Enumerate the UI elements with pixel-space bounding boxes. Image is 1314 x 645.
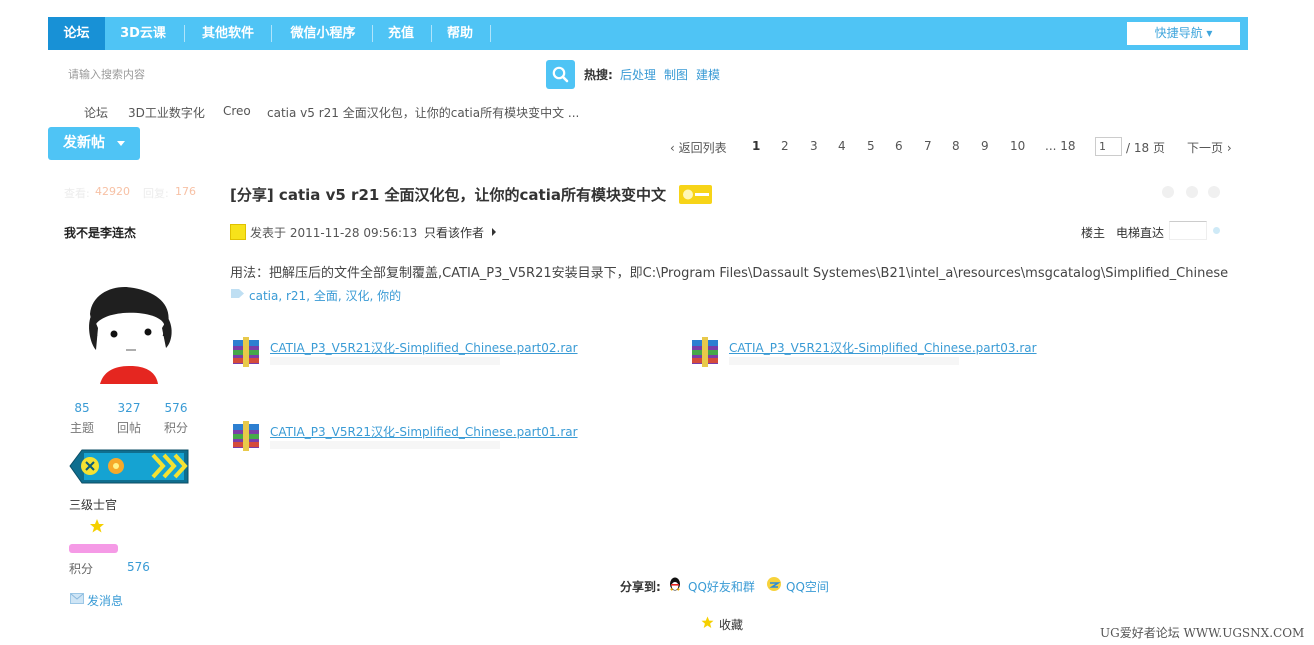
page-link-current[interactable]: 1 xyxy=(752,139,760,153)
nav-divider xyxy=(184,25,185,42)
score-label: 积分 xyxy=(69,562,94,576)
user-rank: 三级士官 xyxy=(69,498,118,512)
post-date: 发表于 2011-11-28 09:56:13 xyxy=(250,226,418,240)
quick-nav-dropdown[interactable]: 快捷导航 ▾ xyxy=(1127,22,1240,45)
attachment-meta xyxy=(270,441,500,449)
only-author-link[interactable]: 只看该作者 xyxy=(424,224,484,241)
search-input[interactable] xyxy=(62,62,540,87)
new-post-button[interactable]: 发新帖 xyxy=(48,127,140,160)
rank-progress-bar xyxy=(69,544,118,553)
attachment-meta xyxy=(270,357,500,365)
nav-divider xyxy=(490,25,491,42)
rar-archive-icon xyxy=(692,337,718,367)
jump-go-icon[interactable] xyxy=(1213,227,1220,234)
page-total: / 18 页 xyxy=(1126,141,1165,155)
nav-item-forum[interactable]: 论坛 xyxy=(48,17,105,50)
page-number-input[interactable] xyxy=(1095,137,1122,156)
nav-item-wechat-miniprogram[interactable]: 微信小程序 xyxy=(277,17,369,50)
nav-item-3d-cloud-class[interactable]: 3D云课 xyxy=(110,17,176,50)
threads-label: 主题 xyxy=(69,421,94,435)
hot-search-link[interactable]: 后处理 xyxy=(620,66,656,83)
nav-divider xyxy=(431,25,432,42)
points-label: 积分 xyxy=(163,421,188,435)
score-value: 576 xyxy=(127,560,150,574)
medal-badge-icon xyxy=(69,449,189,484)
page-link[interactable]: 6 xyxy=(895,139,903,153)
qzone-icon xyxy=(767,577,781,591)
breadcrumb-item[interactable]: 论坛 xyxy=(84,104,108,121)
reply-count-label: 回复: xyxy=(143,187,169,200)
share-label: 分享到: xyxy=(620,580,661,594)
page-link[interactable]: 4 xyxy=(838,139,846,153)
floor-label: 楼主 xyxy=(1081,226,1106,240)
tag-link[interactable]: catia xyxy=(249,289,278,303)
page-link[interactable]: 3 xyxy=(810,139,818,153)
page-link[interactable]: 7 xyxy=(924,139,932,153)
thread-title: [分享] catia v5 r21 全面汉化包，让你的catia所有模块变中文 xyxy=(230,186,666,204)
replies-label: 回帖 xyxy=(116,421,141,435)
page-link[interactable]: 10 xyxy=(1010,139,1025,153)
replies-count[interactable]: 327 xyxy=(109,401,149,415)
next-page-link[interactable]: 下一页 › xyxy=(1187,139,1232,156)
hot-search-link[interactable]: 建模 xyxy=(696,66,720,83)
favorite-link[interactable]: 收藏 xyxy=(719,616,743,633)
prev-thread-icon[interactable] xyxy=(1186,186,1198,198)
site-watermark: UG爱好者论坛 WWW.UGSNX.COM xyxy=(1100,626,1305,640)
online-status-icon xyxy=(230,224,246,240)
tag-link[interactable]: 你的 xyxy=(377,289,401,303)
search-icon xyxy=(552,66,569,83)
print-icon[interactable] xyxy=(1162,186,1174,198)
view-count: 42920 xyxy=(95,185,130,198)
nav-item-recharge[interactable]: 充值 xyxy=(378,17,424,50)
page-link[interactable]: 2 xyxy=(781,139,789,153)
breadcrumb-item[interactable]: 3D工业数字化 xyxy=(128,104,205,121)
page-link[interactable]: 9 xyxy=(981,139,989,153)
tag-link[interactable]: 全面 xyxy=(314,289,338,303)
tag-link[interactable]: 汉化 xyxy=(345,289,369,303)
send-message-link[interactable]: 发消息 xyxy=(87,592,123,609)
avatar[interactable] xyxy=(86,284,174,384)
attachment-meta xyxy=(729,357,959,365)
next-thread-icon[interactable] xyxy=(1208,186,1220,198)
hot-search-label: 热搜: xyxy=(584,68,613,82)
nav-divider xyxy=(372,25,373,42)
jump-to-floor-label: 电梯直达 xyxy=(1116,226,1165,240)
reply-count: 176 xyxy=(175,185,196,198)
nav-item-help[interactable]: 帮助 xyxy=(437,17,483,50)
back-to-list-link[interactable]: ‹ 返回列表 xyxy=(670,139,727,156)
rar-archive-icon xyxy=(233,421,259,451)
page-link[interactable]: 5 xyxy=(867,139,875,153)
breadcrumb-item[interactable]: catia v5 r21 全面汉化包，让你的catia所有模块变中文 ... xyxy=(267,104,579,121)
top-nav-bar: 论坛 3D云课 其他软件 微信小程序 充值 帮助 快捷导航 ▾ xyxy=(48,17,1248,50)
page-link-last[interactable]: ... 18 xyxy=(1045,139,1076,153)
view-count-label: 查看: xyxy=(64,187,90,200)
nav-divider xyxy=(271,25,272,42)
attachment-link[interactable]: CATIA_P3_V5R21汉化-Simplified_Chinese.part… xyxy=(270,423,578,440)
attachment-link[interactable]: CATIA_P3_V5R21汉化-Simplified_Chinese.part… xyxy=(729,339,1037,356)
threads-count[interactable]: 85 xyxy=(62,401,102,415)
hot-badge-icon xyxy=(679,185,712,204)
rank-star-icon xyxy=(69,519,104,533)
caret-down-icon xyxy=(117,141,125,146)
rar-archive-icon xyxy=(233,337,259,367)
share-qzone-link[interactable]: QQ空间 xyxy=(786,578,829,595)
attachment-link[interactable]: CATIA_P3_V5R21汉化-Simplified_Chinese.part… xyxy=(270,339,578,356)
envelope-icon xyxy=(70,593,84,604)
points-count[interactable]: 576 xyxy=(156,401,196,415)
tag-icon xyxy=(231,289,244,298)
qq-penguin-icon xyxy=(670,577,680,591)
breadcrumb-item[interactable]: Creo xyxy=(223,104,251,118)
jump-to-floor-input[interactable] xyxy=(1169,221,1207,240)
tag-link[interactable]: r21 xyxy=(286,289,306,303)
page-link[interactable]: 8 xyxy=(952,139,960,153)
nav-item-other-software[interactable]: 其他软件 xyxy=(190,17,266,50)
tag-list: catia, r21, 全面, 汉化, 你的 xyxy=(249,289,402,303)
search-button[interactable] xyxy=(546,60,575,89)
share-qq-link[interactable]: QQ好友和群 xyxy=(688,578,755,595)
arrow-right-icon xyxy=(492,228,496,236)
author-username[interactable]: 我不是李连杰 xyxy=(64,224,136,241)
hot-search-link[interactable]: 制图 xyxy=(664,66,688,83)
star-icon xyxy=(701,616,714,628)
post-body: 用法：把解压后的文件全部复制覆盖,CATIA_P3_V5R21安装目录下，即C:… xyxy=(230,266,1229,281)
